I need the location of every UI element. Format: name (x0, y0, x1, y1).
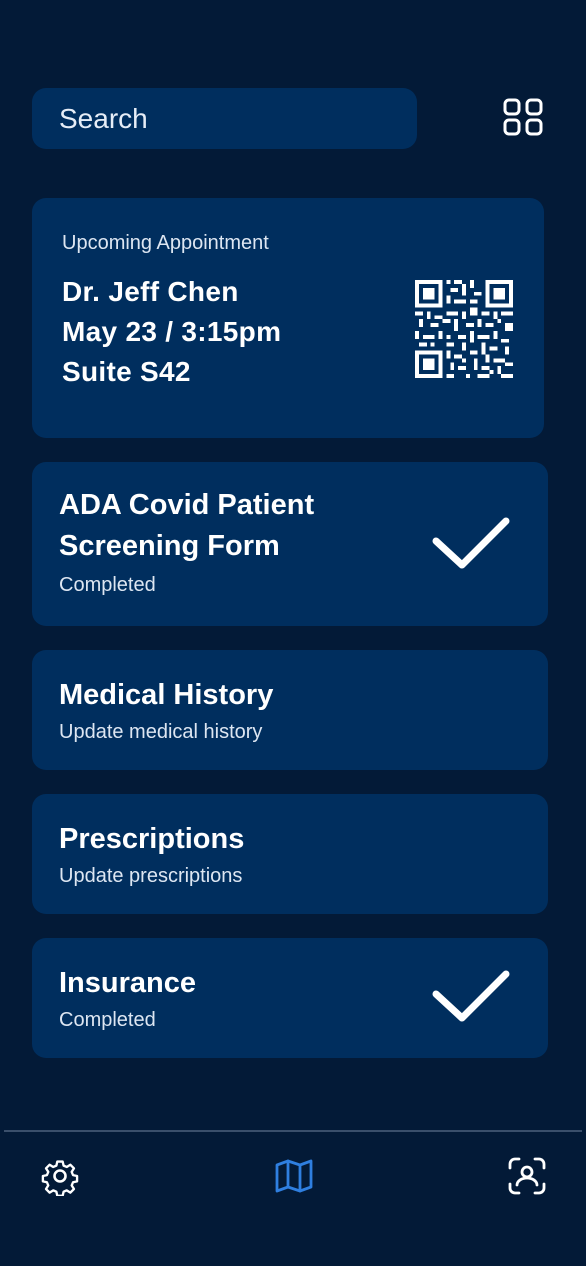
appointment-datetime: May 23 / 3:15pm (62, 316, 282, 347)
task-subtitle: Update medical history (59, 721, 263, 743)
checkmark-icon (432, 517, 510, 569)
checkmark-icon (432, 970, 510, 1022)
nav-divider (4, 1130, 582, 1132)
task-card-insurance[interactable]: Insurance Completed (32, 938, 548, 1058)
task-title: Insurance (59, 967, 196, 999)
task-title: Prescriptions (59, 823, 245, 855)
upcoming-appointment-card[interactable]: Upcoming Appointment Dr. Jeff Chen May 2… (32, 198, 544, 438)
appointment-location: Suite S42 (62, 356, 191, 387)
appointment-label: Upcoming Appointment (62, 232, 269, 254)
task-status: Completed (59, 574, 156, 596)
task-card-medical-history[interactable]: Medical History Update medical history (32, 650, 548, 770)
scan-face-icon[interactable] (507, 1156, 547, 1196)
qr-code-icon[interactable] (415, 280, 513, 378)
search-placeholder: Search (59, 102, 148, 134)
task-status: Completed (59, 1009, 156, 1031)
task-title: Medical History (59, 679, 274, 711)
task-title: ADA Covid Patient (59, 489, 315, 521)
map-icon[interactable] (274, 1156, 314, 1196)
grid-menu-icon[interactable] (502, 97, 544, 137)
task-card-covid-screening[interactable]: ADA Covid Patient Screening Form Complet… (32, 462, 548, 626)
search-input[interactable]: Search (32, 88, 417, 149)
task-title: Screening Form (59, 530, 280, 562)
task-subtitle: Update prescriptions (59, 865, 243, 887)
gear-icon[interactable] (40, 1156, 80, 1196)
appointment-doctor: Dr. Jeff Chen (62, 276, 239, 307)
task-card-prescriptions[interactable]: Prescriptions Update prescriptions (32, 794, 548, 914)
